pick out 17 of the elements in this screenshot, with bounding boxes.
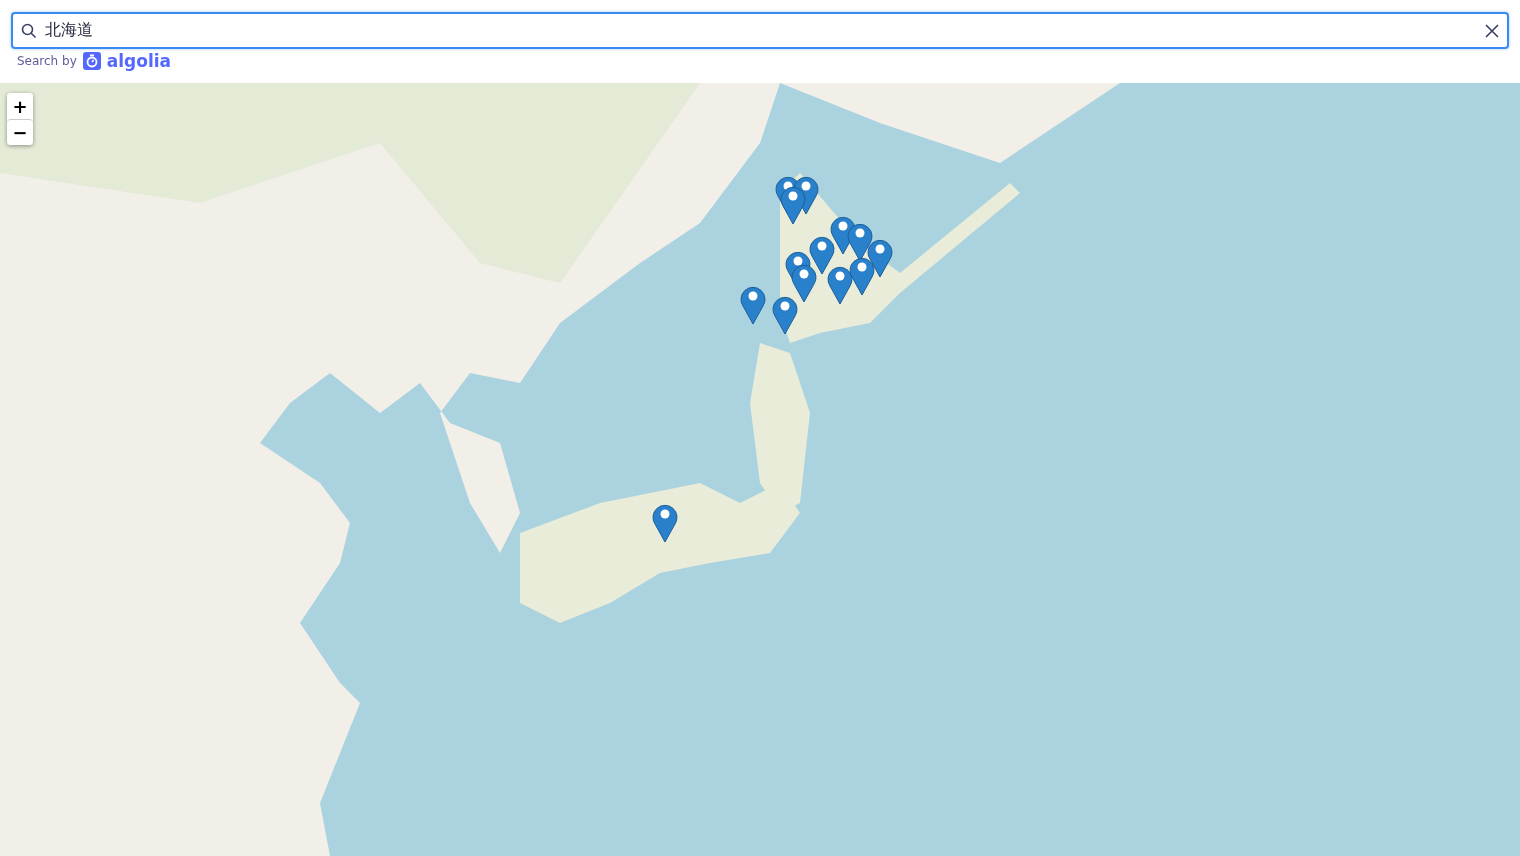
search-by-text: Search by	[17, 54, 77, 68]
map-marker-icon[interactable]	[772, 294, 798, 335]
algolia-brand-text: algolia	[106, 51, 172, 71]
map-marker-icon[interactable]	[867, 237, 893, 278]
map-marker-icon[interactable]	[809, 234, 835, 275]
close-icon[interactable]	[1485, 23, 1499, 38]
map-marker-icon[interactable]	[849, 255, 875, 296]
map-marker-cluster-icon[interactable]	[775, 174, 819, 225]
algolia-logo-icon	[82, 52, 101, 70]
map-marker-icon[interactable]	[652, 502, 678, 543]
map-marker-cluster-icon[interactable]	[785, 249, 817, 303]
map-marker-icon[interactable]	[740, 284, 766, 325]
zoom-out-button[interactable]: −	[7, 119, 33, 145]
search-field[interactable]: 北海道	[11, 12, 1509, 49]
map-marker-icon[interactable]	[827, 264, 853, 305]
zoom-in-button[interactable]: +	[7, 93, 33, 119]
search-icon	[21, 22, 37, 39]
